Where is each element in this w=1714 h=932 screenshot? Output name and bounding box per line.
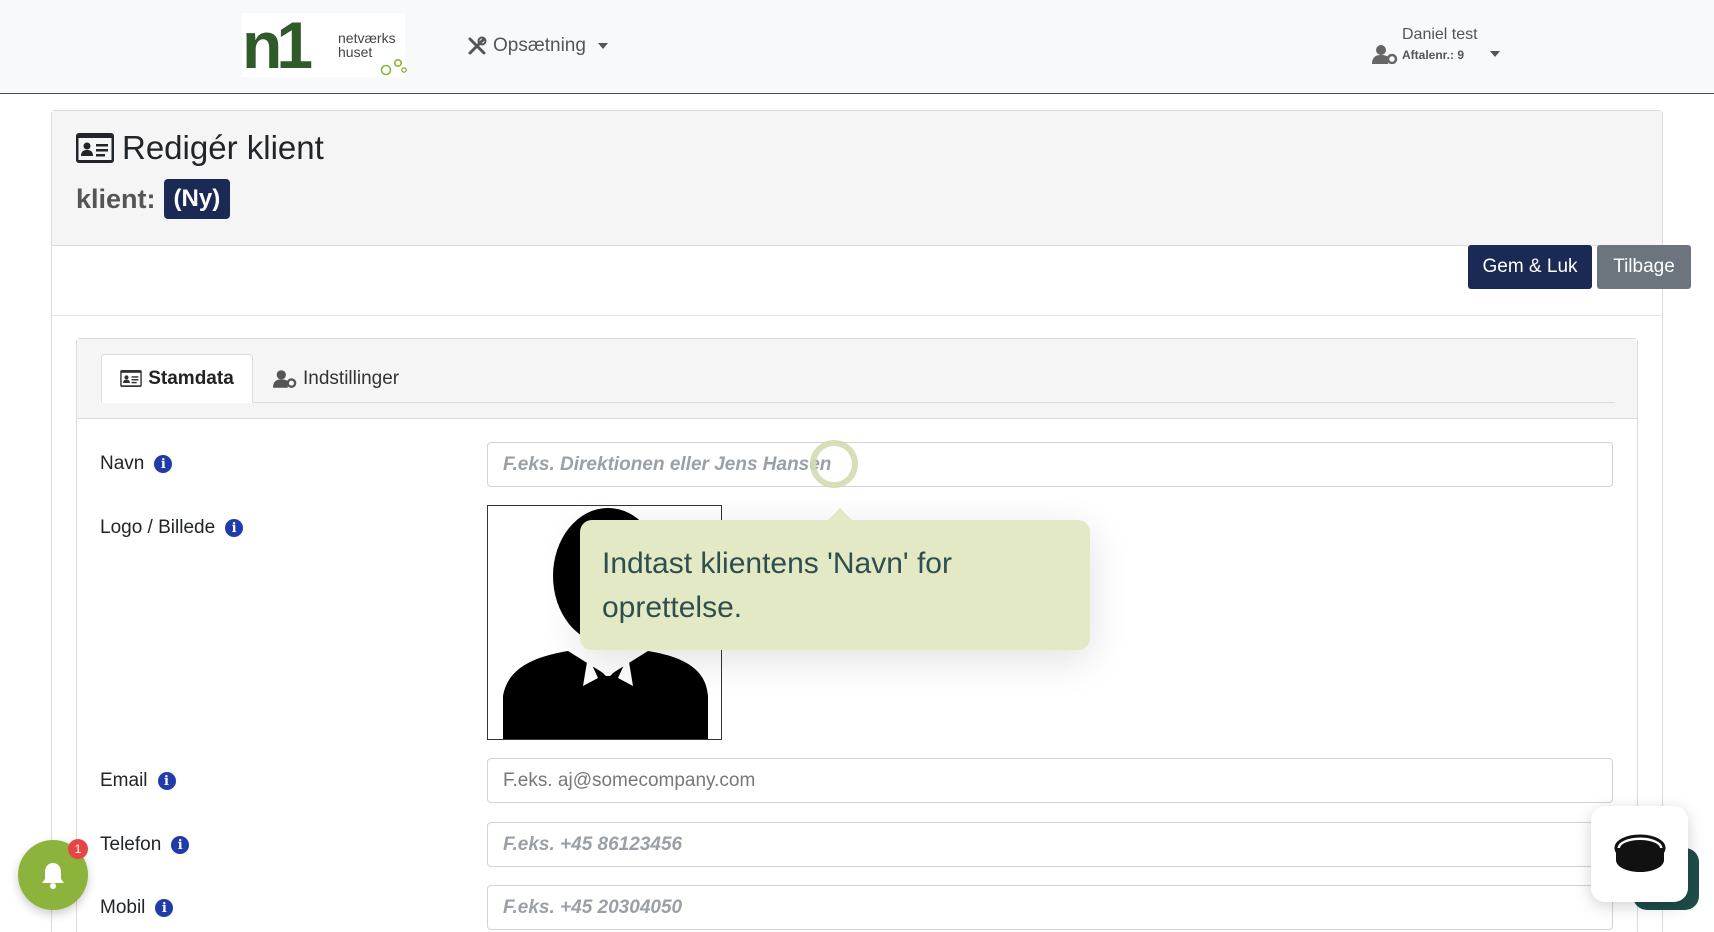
agreement-number: Aftalenr.: 9 bbox=[1402, 48, 1464, 62]
id-card-icon bbox=[76, 133, 114, 163]
guide-hotspot[interactable] bbox=[810, 440, 858, 488]
chat-widget-button[interactable] bbox=[1591, 806, 1688, 902]
navn-input[interactable] bbox=[487, 442, 1613, 487]
bell-icon bbox=[42, 863, 64, 889]
info-icon[interactable]: i bbox=[154, 455, 173, 473]
brand-logo[interactable]: n1 netværks huset bbox=[242, 8, 407, 82]
mobil-input[interactable] bbox=[487, 885, 1613, 930]
tab-stamdata-label: Stamdata bbox=[148, 367, 234, 389]
telefon-label-text: Telefon bbox=[100, 834, 162, 855]
mobil-label-text: Mobil bbox=[100, 897, 146, 918]
tools-icon bbox=[468, 36, 487, 55]
tab-bar: Stamdata Indstillinger bbox=[77, 339, 1637, 419]
info-icon[interactable]: i bbox=[225, 519, 244, 537]
notification-count-badge: 1 bbox=[68, 839, 88, 859]
back-button[interactable]: Tilbage bbox=[1597, 245, 1691, 289]
navn-label: Navn i bbox=[100, 453, 173, 475]
logo-label-text: Logo / Billede bbox=[100, 517, 216, 538]
chat-widget-icon bbox=[1614, 834, 1665, 872]
mobil-label: Mobil i bbox=[100, 897, 174, 919]
tab-indstillinger-label: Indstillinger bbox=[303, 367, 400, 389]
top-navbar: n1 netværks huset Opsætning Daniel test … bbox=[0, 0, 1714, 94]
nav-setup-dropdown[interactable]: Opsætning bbox=[467, 33, 608, 59]
info-icon[interactable]: i bbox=[155, 899, 174, 917]
user-menu[interactable]: Daniel test Aftalenr.: 9 bbox=[1372, 24, 1502, 68]
id-card-icon bbox=[120, 370, 143, 387]
guide-tooltip-text: Indtast klientens 'Navn' for oprettelse. bbox=[602, 547, 952, 624]
logo-text: netværks huset bbox=[338, 31, 396, 59]
logo-text-line1: netværks bbox=[338, 30, 396, 46]
user-name: Daniel test bbox=[1402, 26, 1478, 43]
logo-label: Logo / Billede i bbox=[100, 517, 244, 539]
email-input[interactable] bbox=[487, 758, 1613, 803]
agreement-value: 9 bbox=[1457, 48, 1465, 62]
email-label: Email i bbox=[100, 770, 176, 792]
user-cog-icon bbox=[273, 370, 297, 388]
email-label-text: Email bbox=[100, 770, 148, 791]
agreement-label: Aftalenr.: bbox=[1402, 48, 1455, 62]
chevron-down-icon bbox=[1490, 51, 1500, 57]
logo-mark: n1 bbox=[242, 8, 313, 82]
logo-rings-icon bbox=[380, 58, 407, 76]
tab-indstillinger[interactable]: Indstillinger bbox=[273, 354, 399, 403]
guide-tooltip: Indtast klientens 'Navn' for oprettelse. bbox=[580, 508, 1090, 650]
nav-setup-label: Opsætning bbox=[493, 35, 586, 56]
telefon-input[interactable] bbox=[487, 822, 1613, 867]
tab-stamdata[interactable]: Stamdata bbox=[101, 354, 253, 403]
action-bar bbox=[52, 246, 1662, 316]
save-close-button[interactable]: Gem & Luk bbox=[1468, 245, 1592, 289]
page-title-text: Redigér klient bbox=[122, 129, 324, 166]
telefon-label: Telefon i bbox=[100, 834, 190, 856]
navn-label-text: Navn bbox=[100, 453, 145, 474]
chevron-down-icon bbox=[597, 43, 608, 49]
user-cog-icon bbox=[1372, 45, 1398, 64]
info-icon[interactable]: i bbox=[171, 836, 190, 854]
client-label: klient: bbox=[76, 183, 156, 214]
page-title: Redigér klient bbox=[76, 129, 324, 167]
client-subtitle: klient: (Ny) bbox=[76, 179, 231, 219]
card-header: Redigér klient klient: (Ny) bbox=[52, 111, 1662, 246]
status-badge: (Ny) bbox=[163, 179, 231, 219]
info-icon[interactable]: i bbox=[157, 772, 176, 790]
